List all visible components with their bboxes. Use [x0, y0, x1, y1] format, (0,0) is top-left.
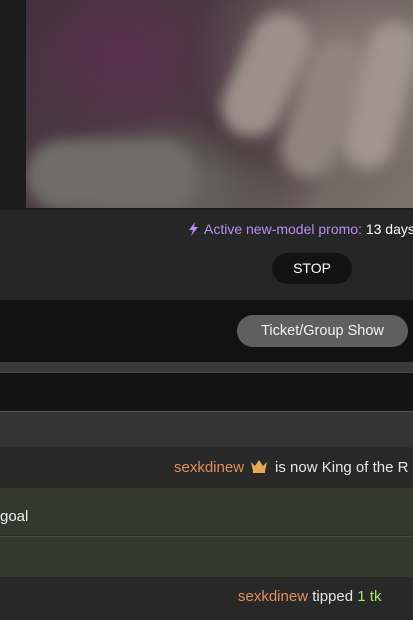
tip-amount: 1 tk	[357, 588, 382, 605]
chat-username[interactable]: sexkdinew	[174, 459, 244, 476]
goal-message-row	[0, 536, 413, 578]
video-stream[interactable]	[26, 0, 413, 208]
goal-message-row	[0, 488, 413, 535]
divider	[0, 362, 413, 372]
chat-header-bar	[0, 411, 413, 448]
stop-button[interactable]: STOP	[272, 253, 352, 284]
crown-icon	[251, 460, 268, 473]
tip-message: sexkdinew tipped 1 tk	[238, 587, 381, 607]
tip-message-text: tipped	[312, 588, 354, 605]
ticket-group-show-button[interactable]: Ticket/Group Show	[237, 315, 408, 347]
promo-label: Active new-model promo:	[204, 221, 362, 237]
goal-message-text: goal	[0, 508, 29, 525]
king-message-text: is now King of the R	[275, 459, 409, 476]
chat-username[interactable]: sexkdinew	[238, 588, 308, 605]
promo-line: Active new-model promo: 13 days	[188, 220, 413, 238]
lightning-bolt-icon	[189, 222, 198, 236]
promo-value: 13 days	[365, 221, 413, 237]
chat-tabs-bar	[0, 372, 413, 411]
king-message: sexkdinew is now King of the R	[174, 458, 408, 478]
